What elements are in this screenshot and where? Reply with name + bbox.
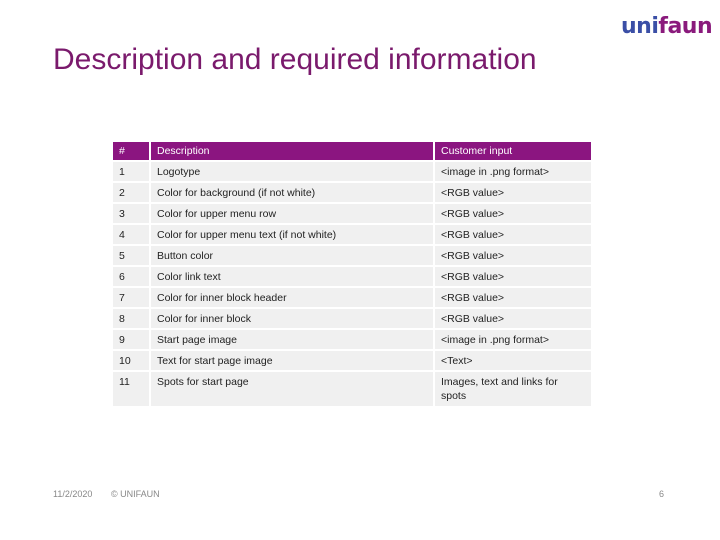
table-row: 5 Button color <RGB value> <box>113 246 591 265</box>
footer-date: 11/2/2020 <box>53 489 93 499</box>
header-number: # <box>113 142 149 160</box>
table-row: 10 Text for start page image <Text> <box>113 351 591 370</box>
table-row: 7 Color for inner block header <RGB valu… <box>113 288 591 307</box>
row-customer-input: Images, text and links for spots <box>435 372 591 406</box>
row-description: Color for background (if not white) <box>151 183 433 202</box>
table-header-row: # Description Customer input <box>113 142 591 160</box>
row-description: Button color <box>151 246 433 265</box>
table-row: 4 Color for upper menu text (if not whit… <box>113 225 591 244</box>
row-customer-input: <RGB value> <box>435 246 591 265</box>
row-description: Color for upper menu text (if not white) <box>151 225 433 244</box>
row-customer-input: <Text> <box>435 351 591 370</box>
unifaun-logo: unifaun <box>621 14 713 39</box>
logo-part-uni: uni <box>621 14 659 39</box>
row-description: Start page image <box>151 330 433 349</box>
row-number: 11 <box>113 372 149 406</box>
row-description: Color for inner block <box>151 309 433 328</box>
row-customer-input: <RGB value> <box>435 183 591 202</box>
table-row: 3 Color for upper menu row <RGB value> <box>113 204 591 223</box>
row-number: 3 <box>113 204 149 223</box>
row-description: Color link text <box>151 267 433 286</box>
row-customer-input: <image in .png format> <box>435 330 591 349</box>
row-customer-input: <RGB value> <box>435 288 591 307</box>
header-description: Description <box>151 142 433 160</box>
row-number: 6 <box>113 267 149 286</box>
row-description: Text for start page image <box>151 351 433 370</box>
row-number: 9 <box>113 330 149 349</box>
row-description: Spots for start page <box>151 372 433 406</box>
table-row: 8 Color for inner block <RGB value> <box>113 309 591 328</box>
row-number: 5 <box>113 246 149 265</box>
logo-part-faun: faun <box>658 14 713 39</box>
page-number: 6 <box>659 489 665 499</box>
row-description: Logotype <box>151 162 433 181</box>
row-number: 1 <box>113 162 149 181</box>
row-customer-input: <RGB value> <box>435 267 591 286</box>
row-number: 10 <box>113 351 149 370</box>
row-number: 4 <box>113 225 149 244</box>
row-description: Color for upper menu row <box>151 204 433 223</box>
row-number: 7 <box>113 288 149 307</box>
requirements-table: # Description Customer input 1 Logotype … <box>111 140 593 408</box>
row-customer-input: <RGB value> <box>435 225 591 244</box>
footer-copyright: © UNIFAUN <box>111 489 160 499</box>
row-number: 8 <box>113 309 149 328</box>
slide-title: Description and required information <box>53 43 537 76</box>
header-customer-input: Customer input <box>435 142 591 160</box>
row-customer-input: <image in .png format> <box>435 162 591 181</box>
row-customer-input: <RGB value> <box>435 309 591 328</box>
row-number: 2 <box>113 183 149 202</box>
table-row: 11 Spots for start page Images, text and… <box>113 372 591 406</box>
table-row: 9 Start page image <image in .png format… <box>113 330 591 349</box>
row-description: Color for inner block header <box>151 288 433 307</box>
table-row: 6 Color link text <RGB value> <box>113 267 591 286</box>
table-row: 2 Color for background (if not white) <R… <box>113 183 591 202</box>
row-customer-input: <RGB value> <box>435 204 591 223</box>
table-row: 1 Logotype <image in .png format> <box>113 162 591 181</box>
